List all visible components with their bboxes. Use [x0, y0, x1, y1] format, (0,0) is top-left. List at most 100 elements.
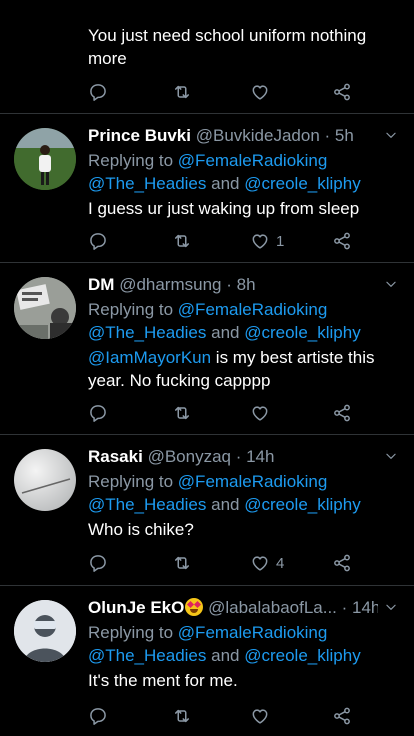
- mention-link[interactable]: @The_Headies: [88, 174, 206, 193]
- avatar[interactable]: [14, 277, 76, 339]
- handle[interactable]: @labalabaofLa...: [208, 598, 337, 617]
- share-icon: [332, 403, 352, 423]
- tweet-text: It's the ment for me.: [88, 671, 238, 690]
- clipped-reply-line: • ─────── ──── ──: [88, 0, 358, 6]
- caret-down-icon[interactable]: [384, 128, 398, 142]
- reply-button[interactable]: [88, 704, 108, 728]
- like-button[interactable]: [250, 80, 270, 104]
- tweet[interactable]: DM @dharmsung · 8h Replying to @FemaleRa…: [0, 263, 414, 435]
- reply-icon: [88, 403, 108, 423]
- tweet-text: I guess ur just waking up from sleep: [88, 199, 360, 218]
- mention-link[interactable]: @The_Headies: [88, 495, 206, 514]
- and-word: and: [211, 174, 240, 193]
- action-bar: 1: [88, 229, 358, 253]
- mention-link[interactable]: @FemaleRadioking: [178, 472, 328, 491]
- caret-down-icon[interactable]: [384, 277, 398, 291]
- avatar-photo: [14, 128, 76, 190]
- retweet-button[interactable]: [172, 704, 192, 728]
- retweet-icon: [172, 553, 192, 573]
- share-icon: [332, 706, 352, 726]
- retweet-button[interactable]: [172, 80, 192, 104]
- share-button[interactable]: [332, 551, 352, 575]
- like-button[interactable]: [250, 401, 270, 425]
- action-bar: [88, 401, 358, 425]
- share-button[interactable]: [332, 401, 352, 425]
- share-button[interactable]: [332, 704, 352, 728]
- like-icon: [250, 82, 270, 102]
- like-button[interactable]: 4: [250, 551, 284, 575]
- like-icon: [250, 706, 270, 726]
- tweet-header: DM @dharmsung · 8h: [88, 274, 378, 296]
- tweet-text: Who is chike?: [88, 520, 194, 539]
- like-button[interactable]: 1: [250, 229, 284, 253]
- replying-prefix: Replying to: [88, 151, 174, 170]
- reply-button[interactable]: [88, 551, 108, 575]
- share-icon: [332, 553, 352, 573]
- reply-button[interactable]: [88, 80, 108, 104]
- replying-prefix: Replying to: [88, 623, 174, 642]
- timestamp: · 5h: [324, 126, 354, 145]
- mention-link[interactable]: @The_Headies: [88, 323, 206, 342]
- display-name[interactable]: OlunJe EkO: [88, 598, 184, 617]
- tweet-header: Rasaki @Bonyzaq · 14h: [88, 446, 378, 468]
- avatar[interactable]: [14, 449, 76, 511]
- share-button[interactable]: [332, 229, 352, 253]
- timestamp: · 14h: [341, 598, 378, 617]
- like-button[interactable]: [250, 704, 270, 728]
- emoji-icon: [185, 598, 204, 616]
- replying-prefix: Replying to: [88, 300, 174, 319]
- mention-link[interactable]: @creole_kliphy: [244, 646, 360, 665]
- mention-link[interactable]: @IamMayorKun: [88, 348, 211, 367]
- display-name[interactable]: Rasaki: [88, 447, 143, 466]
- avatar-photo: [14, 277, 76, 339]
- tweet-fragment[interactable]: • ─────── ──── ── You just need school u…: [0, 0, 414, 114]
- reply-button[interactable]: [88, 401, 108, 425]
- share-icon: [332, 82, 352, 102]
- tweet[interactable]: Rasaki @Bonyzaq · 14h Replying to @Femal…: [0, 435, 414, 586]
- handle[interactable]: @dharmsung: [119, 275, 221, 294]
- action-bar: [88, 704, 358, 728]
- retweet-button[interactable]: [172, 229, 192, 253]
- tweet-text: @IamMayorKun is my best artiste this yea…: [88, 346, 394, 392]
- share-icon: [332, 231, 352, 251]
- mention-link[interactable]: @creole_kliphy: [244, 174, 360, 193]
- tweet-header: OlunJe EkO @labalabaofLa... · 14h: [88, 597, 378, 619]
- and-word: and: [211, 495, 240, 514]
- avatar[interactable]: [14, 600, 76, 662]
- tweet-text: You just need school uniform nothing mor…: [88, 26, 367, 68]
- retweet-icon: [172, 706, 192, 726]
- tweet-header: Prince Buvki @BuvkideJadon · 5h: [88, 125, 378, 147]
- avatar-photo: [14, 449, 76, 511]
- timestamp: · 14h: [235, 447, 275, 466]
- tweet[interactable]: Prince Buvki @BuvkideJadon · 5h Replying…: [0, 114, 414, 263]
- mention-link[interactable]: @FemaleRadioking: [178, 300, 328, 319]
- avatar[interactable]: [14, 128, 76, 190]
- action-bar: 4: [88, 551, 358, 575]
- replying-to: Replying to @FemaleRadioking @The_Headie…: [88, 621, 404, 667]
- mention-link[interactable]: @creole_kliphy: [244, 323, 360, 342]
- tweet[interactable]: OlunJe EkO @labalabaofLa... · 14h Replyi…: [0, 586, 414, 736]
- display-name[interactable]: Prince Buvki: [88, 126, 191, 145]
- retweet-icon: [172, 403, 192, 423]
- mention-link[interactable]: @FemaleRadioking: [178, 151, 328, 170]
- timestamp: · 8h: [226, 275, 256, 294]
- replying-prefix: Replying to: [88, 472, 174, 491]
- caret-down-icon[interactable]: [384, 600, 398, 614]
- mention-link[interactable]: @creole_kliphy: [244, 495, 360, 514]
- mention-link[interactable]: @The_Headies: [88, 646, 206, 665]
- and-word: and: [211, 646, 240, 665]
- share-button[interactable]: [332, 80, 352, 104]
- handle[interactable]: @BuvkideJadon: [196, 126, 320, 145]
- reply-button[interactable]: [88, 229, 108, 253]
- display-name[interactable]: DM: [88, 275, 114, 294]
- avatar-photo: [14, 600, 76, 662]
- retweet-button[interactable]: [172, 401, 192, 425]
- like-icon: [250, 403, 270, 423]
- retweet-button[interactable]: [172, 551, 192, 575]
- replying-to: Replying to @FemaleRadioking @The_Headie…: [88, 470, 404, 516]
- like-count: 1: [276, 232, 285, 250]
- caret-down-icon[interactable]: [384, 449, 398, 463]
- and-word: and: [211, 323, 240, 342]
- mention-link[interactable]: @FemaleRadioking: [178, 623, 328, 642]
- handle[interactable]: @Bonyzaq: [148, 447, 231, 466]
